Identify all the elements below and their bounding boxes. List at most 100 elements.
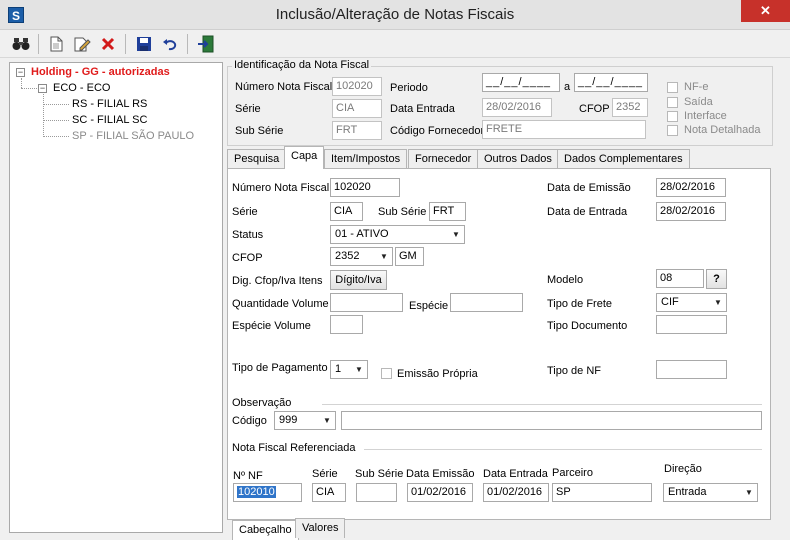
capa-numero-field[interactable]: 102020 [330, 178, 400, 197]
modelo-help-button[interactable]: ? [706, 269, 727, 289]
dig-cfop-label: Dig. Cfop/Iva Itens [232, 275, 323, 287]
emissao-propria-label: Emissão Própria [397, 368, 478, 380]
ref-col-emissao: Data Emissão [406, 468, 475, 480]
capa-cfop-value: 2352 [335, 250, 360, 262]
modelo-field[interactable]: 08 [656, 269, 704, 288]
branch-tree: − Holding - GG - autorizadas − ECO - ECO… [9, 62, 223, 533]
tipo-pagamento-label: Tipo de Pagamento [232, 362, 328, 374]
cfop-field[interactable]: 2352 [612, 98, 648, 117]
tree-group-eco[interactable]: ECO - ECO [53, 81, 110, 96]
nf-ref-label: Nota Fiscal Referenciada [232, 442, 356, 454]
data-entrada-capa-label: Data de Entrada [547, 206, 628, 218]
tab-item-impostos[interactable]: Item/Impostos [324, 149, 408, 169]
codigo-value: 999 [279, 414, 298, 426]
ref-col-parceiro: Parceiro [552, 467, 593, 479]
qtd-volume-field[interactable] [330, 293, 403, 312]
exit-icon[interactable] [195, 33, 217, 55]
ref-parceiro-field[interactable]: SP [552, 483, 652, 502]
observacao-field[interactable] [341, 411, 762, 430]
capa-cfop-label: CFOP [232, 252, 263, 264]
tab-fornecedor[interactable]: Fornecedor [408, 149, 479, 169]
subserie-label: Sub Série [235, 125, 284, 137]
ref-col-entrada: Data Entrada [483, 468, 548, 480]
identificacao-title: Identificação da Nota Fiscal [232, 59, 372, 71]
capa-serie-field[interactable]: CIA [330, 202, 363, 221]
tree-collapse-icon[interactable]: − [16, 68, 25, 77]
emissao-propria-checkbox[interactable] [381, 368, 392, 379]
save-icon[interactable] [133, 33, 155, 55]
capa-subserie-field[interactable]: FRT [429, 202, 466, 221]
nota-detalhada-checkbox[interactable] [667, 125, 678, 136]
ref-entrada-field[interactable]: 01/02/2016 [483, 483, 549, 502]
codigo-select[interactable]: 999 ▼ [274, 411, 336, 430]
cod-fornecedor-field[interactable]: FRETE [482, 120, 646, 139]
ref-direcao-select[interactable]: Entrada ▼ [663, 483, 758, 502]
data-entrada-capa-field[interactable]: 28/02/2016 [656, 202, 726, 221]
nfe-label: NF-e [684, 81, 709, 93]
chevron-down-icon: ▼ [745, 488, 753, 497]
undo-icon[interactable] [159, 33, 181, 55]
capa-cfop-extra-field[interactable]: GM [395, 247, 424, 266]
ref-nf-value: 102010 [237, 486, 276, 498]
tab-pesquisa[interactable]: Pesquisa [227, 149, 287, 169]
ref-subserie-field[interactable] [356, 483, 397, 502]
digito-iva-button[interactable]: Dígito/Iva [330, 270, 387, 290]
saida-label: Saída [684, 96, 713, 108]
observacao-label: Observação [232, 397, 292, 409]
edit-icon[interactable] [71, 33, 93, 55]
toolbar [0, 30, 790, 58]
tree-item-sc[interactable]: SC - FILIAL SC [72, 113, 147, 128]
tab-dados-complementares[interactable]: Dados Complementares [557, 149, 690, 169]
chevron-down-icon: ▼ [714, 298, 722, 307]
ref-col-subserie: Sub Série [355, 468, 404, 480]
periodo-to-field[interactable]: __/__/____ [574, 73, 648, 92]
saida-checkbox[interactable] [667, 97, 678, 108]
numero-nf-field[interactable]: 102020 [332, 77, 382, 96]
modelo-label: Modelo [547, 274, 584, 286]
periodo-label: Periodo [390, 82, 428, 94]
chevron-down-icon: ▼ [355, 365, 363, 374]
tab-outros-dados[interactable]: Outros Dados [477, 149, 559, 169]
interface-label: Interface [684, 110, 727, 122]
especie-volume-label: Espécie Volume [232, 320, 311, 332]
capa-cfop-select[interactable]: 2352 ▼ [330, 247, 393, 266]
binoculars-icon[interactable] [10, 33, 32, 55]
tree-item-rs[interactable]: RS - FILIAL RS [72, 97, 147, 112]
chevron-down-icon: ▼ [452, 230, 460, 239]
tipo-frete-value: CIF [661, 296, 679, 308]
data-emissao-field[interactable]: 28/02/2016 [656, 178, 726, 197]
tipo-frete-select[interactable]: CIF ▼ [656, 293, 727, 312]
capa-serie-label: Série [232, 206, 258, 218]
nfe-checkbox[interactable] [667, 82, 678, 93]
tipo-documento-label: Tipo Documento [547, 320, 628, 332]
window-title: Inclusão/Alteração de Notas Fiscais [275, 6, 515, 23]
tipo-documento-field[interactable] [656, 315, 727, 334]
especie-volume-field[interactable] [330, 315, 363, 334]
ref-nf-field[interactable]: 102010 [233, 483, 302, 502]
close-button[interactable]: ✕ [741, 0, 790, 22]
numero-nf-label: Número Nota Fiscal [235, 81, 333, 93]
tree-collapse-icon[interactable]: − [38, 84, 47, 93]
tree-root-holding[interactable]: Holding - GG - autorizadas [31, 65, 170, 80]
status-select[interactable]: 01 - ATIVO ▼ [330, 225, 465, 244]
nota-detalhada-label: Nota Detalhada [684, 124, 761, 136]
tipo-pagamento-value: 1 [335, 363, 342, 375]
periodo-separator: a [564, 81, 571, 93]
ref-emissao-field[interactable]: 01/02/2016 [407, 483, 473, 502]
capa-subserie-label: Sub Série [378, 206, 427, 218]
tree-item-sp[interactable]: SP - FILIAL SÃO PAULO [72, 129, 194, 144]
delete-icon[interactable] [97, 33, 119, 55]
new-doc-icon[interactable] [45, 33, 67, 55]
especie-field[interactable] [450, 293, 523, 312]
tab-valores[interactable]: Valores [295, 518, 346, 538]
tab-capa[interactable]: Capa [284, 146, 325, 169]
interface-checkbox[interactable] [667, 111, 678, 122]
tab-cabecalho[interactable]: Cabeçalho [232, 520, 299, 540]
ref-serie-field[interactable]: CIA [312, 483, 346, 502]
data-entrada-field[interactable]: 28/02/2016 [482, 98, 552, 117]
subserie-field[interactable]: FRT [332, 121, 382, 140]
tipo-pagamento-select[interactable]: 1 ▼ [330, 360, 368, 379]
serie-field[interactable]: CIA [332, 99, 382, 118]
tipo-nf-field[interactable] [656, 360, 727, 379]
periodo-from-field[interactable]: __/__/____ [482, 73, 560, 92]
